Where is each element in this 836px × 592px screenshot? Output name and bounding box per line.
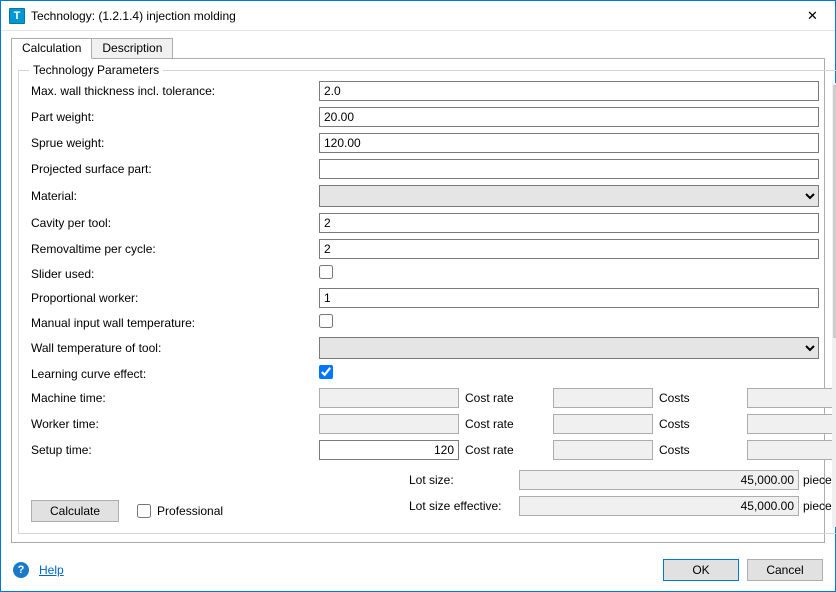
checkbox-manual-wall-temp[interactable] — [319, 314, 333, 328]
tabpanel-calculation: Technology Parameters Max. wall thicknes… — [11, 58, 825, 543]
label-costs-2: Costs — [659, 417, 741, 431]
input-proportional-worker[interactable] — [319, 288, 819, 308]
label-cost-rate-3: Cost rate — [465, 443, 547, 457]
row-machine-time: Cost rate Costs — [319, 388, 836, 408]
help-icon: ? — [13, 562, 29, 578]
label-professional: Professional — [157, 504, 223, 518]
app-icon: T — [9, 8, 25, 24]
label-machine-time: Machine time: — [29, 391, 319, 405]
readonly-setup-cost-rate — [553, 440, 653, 460]
tab-calculation[interactable]: Calculation — [11, 38, 92, 59]
checkbox-professional[interactable] — [137, 504, 151, 518]
label-sprue-weight: Sprue weight: — [29, 136, 319, 150]
label-setup-time: Setup time: — [29, 443, 319, 457]
parameter-form: Max. wall thickness incl. tolerance: Par… — [29, 81, 836, 460]
label-material: Material: — [29, 189, 319, 203]
ok-button[interactable]: OK — [663, 559, 739, 581]
row-setup-time: Cost rate Costs — [319, 440, 836, 460]
input-max-wall[interactable] — [319, 81, 819, 101]
label-cost-rate-2: Cost rate — [465, 417, 547, 431]
readonly-machine-time — [319, 388, 459, 408]
label-part-weight: Part weight: — [29, 110, 319, 124]
label-lot-size-effective: Lot size effective: — [409, 499, 519, 513]
parameters-scroll-area: Max. wall thickness incl. tolerance: Par… — [29, 81, 836, 523]
readonly-setup-costs — [747, 440, 836, 460]
label-projected-surface: Projected surface part: — [29, 162, 319, 176]
calculate-button[interactable]: Calculate — [31, 500, 119, 522]
label-lot-size: Lot size: — [409, 473, 519, 487]
select-material[interactable] — [319, 185, 819, 207]
checkbox-slider-used[interactable] — [319, 265, 333, 279]
input-sprue-weight[interactable] — [319, 133, 819, 153]
titlebar: T Technology: (1.2.1.4) injection moldin… — [1, 1, 835, 31]
readonly-worker-cost-rate — [553, 414, 653, 434]
readonly-lot-size: 45,000.00 — [519, 470, 799, 490]
unit-lot-size-effective: piece — [799, 499, 836, 513]
label-manual-wall-temp: Manual input wall temperature: — [29, 316, 319, 330]
label-cost-rate-1: Cost rate — [465, 391, 547, 405]
label-max-wall: Max. wall thickness incl. tolerance: — [29, 84, 319, 98]
row-worker-time: Cost rate Costs — [319, 414, 836, 434]
label-slider-used: Slider used: — [29, 267, 319, 281]
readonly-worker-time — [319, 414, 459, 434]
readonly-lot-size-effective: 45,000.00 — [519, 496, 799, 516]
label-cavity: Cavity per tool: — [29, 216, 319, 230]
dialog-footer: ? Help OK Cancel — [1, 549, 835, 591]
checkbox-learning-curve[interactable] — [319, 365, 333, 379]
label-wall-temp-tool: Wall temperature of tool: — [29, 341, 319, 355]
tab-description[interactable]: Description — [91, 38, 173, 59]
readonly-worker-costs — [747, 414, 836, 434]
tab-strip: Calculation Description — [11, 39, 825, 59]
vertical-scrollbar[interactable] — [832, 83, 836, 527]
input-removal-time[interactable] — [319, 239, 819, 259]
label-worker-time: Worker time: — [29, 417, 319, 431]
select-wall-temp-tool[interactable] — [319, 337, 819, 359]
close-button[interactable]: ✕ — [790, 1, 835, 31]
input-part-weight[interactable] — [319, 107, 819, 127]
readonly-machine-cost-rate — [553, 388, 653, 408]
professional-toggle[interactable]: Professional — [137, 504, 223, 518]
row-lot-size: Lot size: 45,000.00 piece — [29, 470, 836, 490]
label-removal-time: Removaltime per cycle: — [29, 242, 319, 256]
label-proportional-worker: Proportional worker: — [29, 291, 319, 305]
readonly-machine-costs — [747, 388, 836, 408]
technology-dialog: T Technology: (1.2.1.4) injection moldin… — [0, 0, 836, 592]
cancel-button[interactable]: Cancel — [747, 559, 823, 581]
input-setup-time[interactable] — [319, 440, 459, 460]
close-icon: ✕ — [807, 8, 818, 24]
technology-parameters-fieldset: Technology Parameters Max. wall thicknes… — [18, 63, 836, 534]
label-learning-curve: Learning curve effect: — [29, 367, 319, 381]
window-title: Technology: (1.2.1.4) injection molding — [31, 9, 790, 23]
input-cavity[interactable] — [319, 213, 819, 233]
fieldset-legend: Technology Parameters — [29, 63, 163, 77]
unit-lot-size: piece — [799, 473, 836, 487]
dialog-body: Calculation Description Technology Param… — [1, 31, 835, 549]
label-costs-3: Costs — [659, 443, 741, 457]
input-projected-surface[interactable] — [319, 159, 819, 179]
label-costs-1: Costs — [659, 391, 741, 405]
help-link[interactable]: Help — [39, 563, 64, 577]
